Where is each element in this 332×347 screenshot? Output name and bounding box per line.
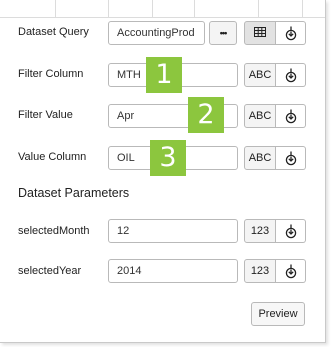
data-bind-icon xyxy=(285,151,296,166)
param-label-selected-month: selectedMonth xyxy=(18,225,90,237)
data-bind-icon xyxy=(285,109,296,124)
tab-divider xyxy=(152,0,153,17)
data-bind-icon xyxy=(285,68,296,83)
dataset-query-bind-button[interactable] xyxy=(276,21,306,45)
top-tab-strip xyxy=(0,0,325,18)
dataset-query-field[interactable]: AccountingProd xyxy=(108,21,205,45)
tab-divider xyxy=(302,0,303,17)
param-field-selected-year[interactable]: 2014 xyxy=(108,259,238,283)
value-column-bind-button[interactable] xyxy=(276,146,306,170)
properties-panel: Dataset Query AccountingProd ••• Filter … xyxy=(0,0,326,343)
table-icon xyxy=(254,27,266,37)
param-bind-button-selected-year[interactable] xyxy=(276,259,306,283)
filter-column-label: Filter Column xyxy=(18,68,84,80)
value-column-label: Value Column xyxy=(18,151,87,163)
tab-divider xyxy=(108,0,109,17)
data-bind-icon xyxy=(285,264,296,279)
param-field-selected-month[interactable]: 12 xyxy=(108,219,238,243)
filter-value-bind-button[interactable] xyxy=(276,104,306,128)
param-bind-button-selected-month[interactable] xyxy=(276,219,306,243)
filter-value-type-button[interactable]: ABC xyxy=(244,104,276,128)
data-bind-icon xyxy=(285,26,296,41)
table-view-button[interactable] xyxy=(244,21,276,45)
callout-badge-3: 3 xyxy=(150,140,186,176)
param-type-button-selected-year[interactable]: 123 xyxy=(244,259,276,283)
data-bind-icon xyxy=(285,224,296,239)
param-type-button-selected-month[interactable]: 123 xyxy=(244,219,276,243)
filter-column-bind-button[interactable] xyxy=(276,63,306,87)
tab-divider xyxy=(55,0,56,17)
dataset-parameters-heading: Dataset Parameters xyxy=(18,186,130,200)
dataset-query-more-button[interactable]: ••• xyxy=(209,21,237,45)
preview-button[interactable]: Preview xyxy=(251,302,305,326)
callout-badge-2: 2 xyxy=(188,97,224,133)
value-column-type-button[interactable]: ABC xyxy=(244,146,276,170)
tab-divider xyxy=(258,0,259,17)
filter-value-label: Filter Value xyxy=(18,109,73,121)
callout-badge-1: 1 xyxy=(146,57,182,93)
filter-column-type-button[interactable]: ABC xyxy=(244,63,276,87)
dataset-query-label: Dataset Query xyxy=(18,26,89,38)
tab-divider xyxy=(194,0,195,17)
param-label-selected-year: selectedYear xyxy=(18,265,82,277)
